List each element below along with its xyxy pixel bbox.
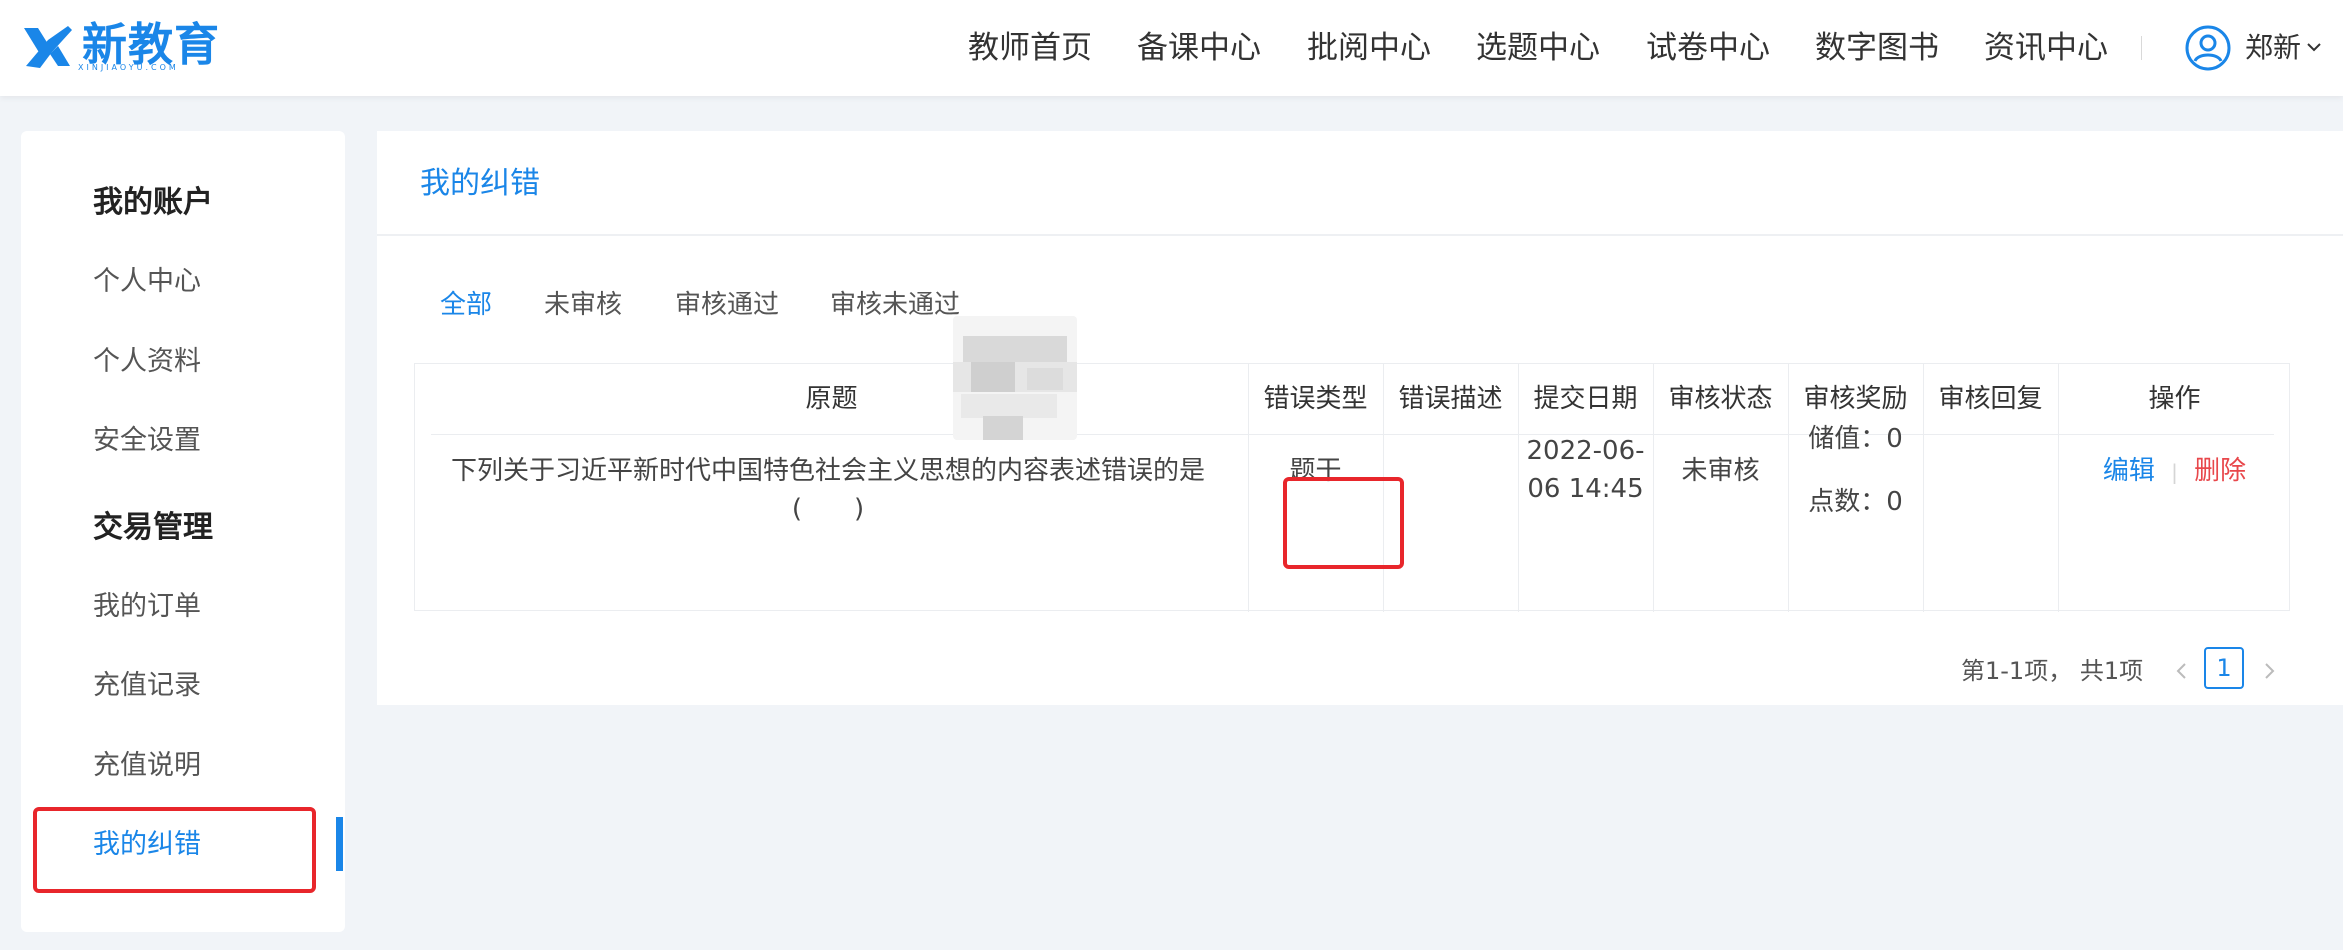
th-question: 原题 [805,384,858,414]
title-divider [377,234,2343,236]
sidebar-item-orders[interactable]: 我的订单 [93,590,201,624]
nav-grading[interactable]: 批阅中心 [1307,30,1431,66]
row-actions: 编辑 | 删除 [2058,452,2291,491]
th-error-type: 错误类型 [1263,384,1368,414]
sidebar-item-profile[interactable]: 个人资料 [93,345,201,379]
table-header-divider [431,434,2274,435]
pagination-page-button[interactable]: 1 [2204,647,2244,689]
nav-exam-paper[interactable]: 试卷中心 [1646,30,1770,66]
nav-lesson-prep[interactable]: 备课中心 [1137,30,1261,66]
sidebar: 我的账户 个人中心 个人资料 安全设置 交易管理 我的订单 充值记录 充值说明 … [21,131,345,932]
th-submit-date: 提交日期 [1533,384,1638,414]
sidebar-item-personal-center[interactable]: 个人中心 [93,265,201,299]
nav-teacher-home[interactable]: 教师首页 [968,30,1092,66]
main-panel: 我的纠错 全部 未审核 审核通过 审核未通过 原题 错误类型 错误描述 提交日期… [377,131,2343,705]
logo-text: 新教育 [82,17,221,71]
nav-digital-books[interactable]: 数字图书 [1815,30,1939,66]
action-separator: | [2171,460,2178,484]
tab-approved[interactable]: 审核通过 [675,288,779,322]
question-text: 下列关于习近平新时代中国特色社会主义思想的内容表述错误的是( ) [450,456,1205,524]
th-actions: 操作 [2148,384,2201,414]
sidebar-group-account: 我的账户 [93,185,213,220]
chevron-down-icon[interactable] [2305,38,2323,56]
edit-button[interactable]: 编辑 [2103,456,2155,486]
nav-divider [2141,36,2142,60]
pager-prev-icon[interactable] [2172,661,2192,681]
user-name[interactable]: 郑新 [2245,30,2301,66]
nav-news[interactable]: 资讯中心 [1984,30,2108,66]
tab-rejected[interactable]: 审核未通过 [830,288,960,322]
col-divider [1923,364,1924,612]
submit-date-line1: 2022-06- [1526,436,1645,466]
pager-next-icon[interactable] [2259,661,2279,681]
tab-all[interactable]: 全部 [440,288,492,322]
logo-subtitle: XINJIAOYU.COM [78,63,179,72]
th-review-reply: 审核回复 [1938,384,2043,414]
error-description-image [953,316,1077,440]
sidebar-active-indicator [336,817,343,871]
nav-question-select[interactable]: 选题中心 [1476,30,1600,66]
top-header: 新教育 XINJIAOYU.COM 教师首页 备课中心 批阅中心 选题中心 试卷… [0,0,2343,96]
reward-points: 点数：0 [1808,487,1903,517]
sidebar-item-recharge-info[interactable]: 充值说明 [93,749,201,783]
sidebar-item-security[interactable]: 安全设置 [93,424,201,458]
highlight-box-sidebar [33,807,316,893]
submit-date-line2: 06 14:45 [1527,474,1644,504]
status-badge: 未审核 [1681,456,1760,486]
sidebar-item-recharge-records[interactable]: 充值记录 [93,669,201,703]
user-avatar-icon[interactable] [2184,24,2232,72]
delete-button[interactable]: 删除 [2194,456,2246,486]
pagination-summary: 第1-1项， 共1项 [1961,657,2144,685]
reward-value: 储值：0 [1808,424,1903,454]
sidebar-group-transactions: 交易管理 [93,510,213,545]
tab-pending[interactable]: 未审核 [544,288,622,322]
highlight-box-status [1283,477,1404,569]
th-review-status: 审核状态 [1668,384,1773,414]
logo-x-icon [24,26,72,68]
page-title: 我的纠错 [420,166,540,201]
th-error-desc: 错误描述 [1398,384,1503,414]
